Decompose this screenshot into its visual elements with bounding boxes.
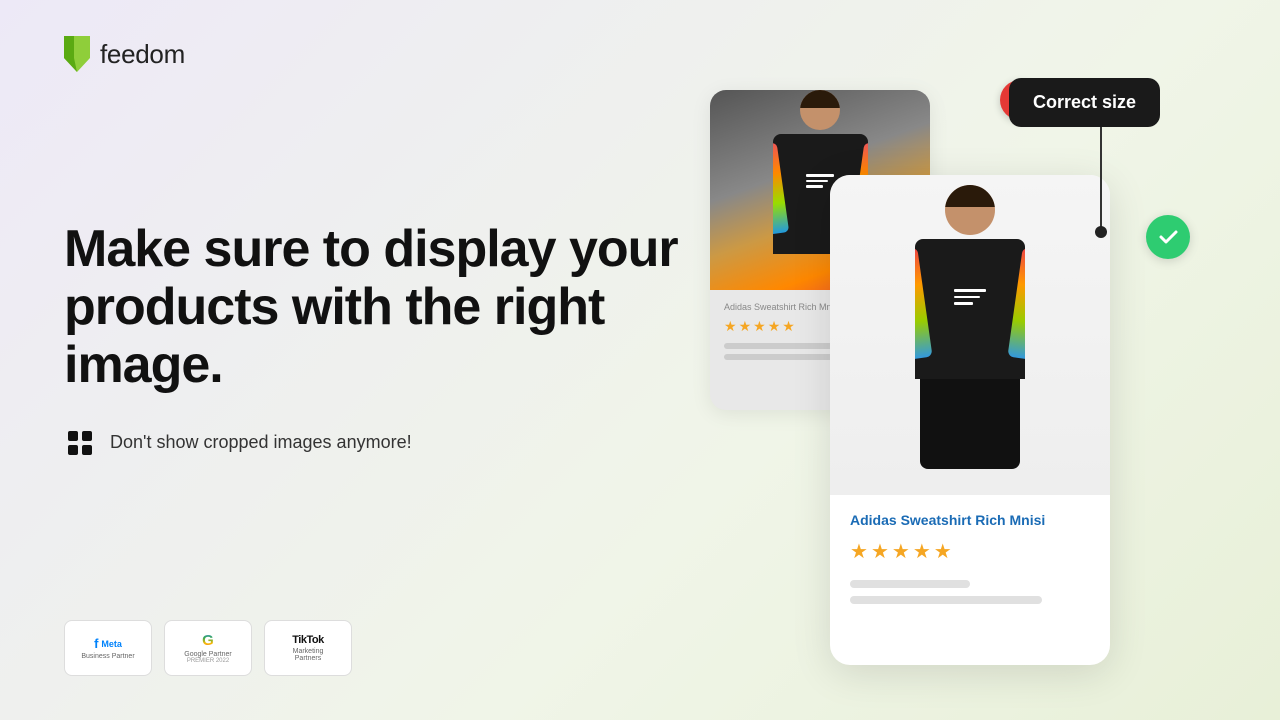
main-headline: Make sure to display your products with … [64,220,684,395]
partners-area: f Meta Business Partner G Google Partner… [64,620,352,676]
partner-google: G Google Partner PREMIER 2022 [164,620,252,676]
check-icon [1156,225,1180,249]
card-front: Adidas Sweatshirt Rich Mnisi ★ ★ ★ ★ ★ [830,175,1110,665]
logo-text: feedom [100,39,185,70]
card-front-info: Adidas Sweatshirt Rich Mnisi ★ ★ ★ ★ ★ [830,495,1110,628]
bar-front-1 [850,580,970,588]
logo-icon [64,36,90,72]
puzzle-icon [64,427,96,459]
connector-line [1100,122,1102,232]
logo: feedom [64,36,185,72]
bar-front-2 [850,596,1042,604]
partner-meta: f Meta Business Partner [64,620,152,676]
correct-size-label: Correct size [1009,78,1160,127]
connector [1100,122,1102,232]
subline: Don't show cropped images anymore! [64,427,684,459]
connector-dot [1095,226,1107,238]
tiktok-sub: Marketing Partners [279,648,337,662]
headline-area: Make sure to display your products with … [64,220,684,459]
card-front-image [830,175,1110,495]
product-stars: ★ ★ ★ ★ ★ [850,539,1090,564]
meta-sub: Business Partner [81,653,134,660]
partner-tiktok: TikTok Marketing Partners [264,620,352,676]
subline-text: Don't show cropped images anymore! [110,432,412,453]
check-button[interactable] [1146,215,1190,259]
google-sub: Google Partner [184,651,231,658]
product-name: Adidas Sweatshirt Rich Mnisi [850,511,1090,529]
illustration-area: Adidas Sweatshirt Rich Mnisi ★ ★ ★ ★ ★ C… [680,60,1220,660]
